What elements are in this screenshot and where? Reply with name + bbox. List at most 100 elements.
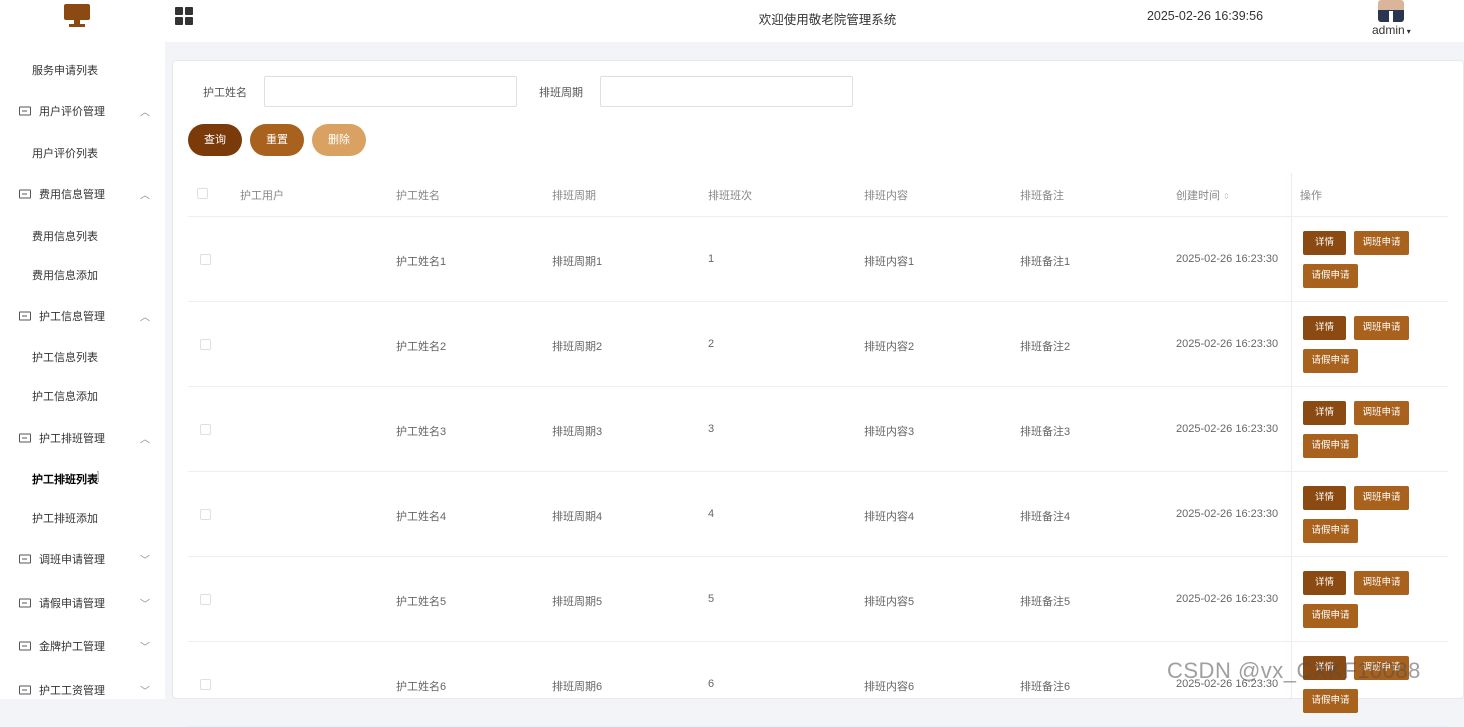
sidebar-item[interactable]: 调班申请管理 ﹀ bbox=[0, 540, 165, 578]
table-row: 护工姓名3 排班周期3 3 排班内容3 排班备注3 2025-02-26 16:23:30… bbox=[188, 387, 1448, 472]
table-row: 护工姓名2 排班周期2 2 排班内容2 排班备注2 2025-02-26 16:23:30… bbox=[188, 302, 1448, 387]
sidebar-item[interactable]: 费用信息列表 bbox=[0, 217, 165, 255]
cell-created: 2025-02-26 16:23:30 bbox=[1176, 593, 1279, 605]
sidebar-item[interactable]: 护工信息添加 bbox=[0, 377, 165, 415]
detail-button[interactable]: 详情 bbox=[1303, 486, 1346, 510]
sidebar-item[interactable]: 金牌护工管理 ﹀ bbox=[0, 627, 165, 665]
cell-shift: 1 bbox=[708, 253, 715, 265]
sidebar-item[interactable]: 护工排班添加 bbox=[0, 499, 165, 537]
cell-created: 2025-02-26 16:23:30 bbox=[1176, 508, 1279, 520]
menu-folder-icon bbox=[19, 189, 31, 199]
sidebar-item[interactable]: 护工排班管理 ︿ bbox=[0, 419, 165, 457]
chevron-up-icon: ︿ bbox=[140, 312, 150, 324]
detail-button[interactable]: 详情 bbox=[1303, 401, 1346, 425]
user-menu[interactable]: admin ▾ bbox=[1372, 23, 1411, 37]
sidebar-item[interactable]: 护工信息列表 bbox=[0, 338, 165, 376]
sidebar-item-label: 护工工资管理 bbox=[39, 685, 105, 697]
cell-content: 排班内容2 bbox=[864, 341, 915, 353]
shift-request-button[interactable]: 调班申请 bbox=[1354, 316, 1409, 340]
detail-button[interactable]: 详情 bbox=[1303, 571, 1346, 595]
cell-remark: 排班备注3 bbox=[1020, 426, 1071, 438]
leave-request-button[interactable]: 请假申请 bbox=[1303, 349, 1358, 373]
sidebar-item-label: 费用信息管理 bbox=[39, 189, 105, 201]
sidebar-item-label: 护工排班添加 bbox=[32, 513, 98, 525]
sidebar: 服务申请列表 用户评价管理 ︿ 用户评价列表 费用信息管理 ︿ 费用信息列表 费用信息添加 护工… bbox=[0, 42, 165, 699]
sidebar-item[interactable]: 费用信息添加 bbox=[0, 256, 165, 294]
username: admin bbox=[1372, 23, 1405, 37]
cell-name: 护工姓名2 bbox=[396, 341, 447, 353]
select-all-checkbox[interactable] bbox=[197, 188, 208, 199]
sidebar-item[interactable]: 护工信息管理 ︿ bbox=[0, 297, 165, 335]
column-header: 排班内容 bbox=[864, 187, 908, 203]
sidebar-item-label: 服务申请列表 bbox=[32, 65, 98, 77]
chevron-down-icon: ﹀ bbox=[140, 555, 150, 567]
sidebar-item-label: 护工排班管理 bbox=[39, 433, 105, 445]
cell-period: 排班周期2 bbox=[552, 341, 603, 353]
sidebar-item[interactable]: 护工工资管理 ﹀ bbox=[0, 671, 165, 709]
schedule-period-label: 排班周期 bbox=[539, 87, 583, 99]
sidebar-item[interactable]: 用户评价列表 bbox=[0, 134, 165, 172]
chevron-up-icon: ︿ bbox=[140, 190, 150, 202]
sidebar-item[interactable]: 用户评价管理 ︿ bbox=[0, 92, 165, 130]
column-header-label: 创建时间 bbox=[1176, 190, 1220, 202]
leave-request-button[interactable]: 请假申请 bbox=[1303, 519, 1358, 543]
grid-icon[interactable] bbox=[175, 7, 193, 25]
avatar[interactable] bbox=[1378, 0, 1404, 22]
sidebar-item[interactable]: 护工排班列表 bbox=[0, 460, 165, 498]
leave-request-button[interactable]: 请假申请 bbox=[1303, 604, 1358, 628]
cell-remark: 排班备注1 bbox=[1020, 256, 1071, 268]
shift-request-button[interactable]: 调班申请 bbox=[1354, 401, 1409, 425]
row-checkbox[interactable] bbox=[200, 254, 211, 265]
row-checkbox[interactable] bbox=[200, 339, 211, 350]
menu-folder-icon bbox=[19, 311, 31, 321]
monitor-icon[interactable] bbox=[64, 4, 90, 27]
row-checkbox[interactable] bbox=[200, 424, 211, 435]
cell-remark: 排班备注6 bbox=[1020, 681, 1071, 693]
shift-request-button[interactable]: 调班申请 bbox=[1354, 231, 1409, 255]
sidebar-item[interactable]: 费用信息管理 ︿ bbox=[0, 175, 165, 213]
row-checkbox[interactable] bbox=[200, 679, 211, 690]
column-header-label: 排班周期 bbox=[552, 190, 596, 202]
cell-remark: 排班备注5 bbox=[1020, 596, 1071, 608]
column-header-label: 排班内容 bbox=[864, 190, 908, 202]
sidebar-item-label: 金牌护工管理 bbox=[39, 641, 105, 653]
sidebar-item-label: 护工信息添加 bbox=[32, 391, 98, 403]
cell-shift: 3 bbox=[708, 423, 715, 435]
shift-request-button[interactable]: 调班申请 bbox=[1354, 571, 1409, 595]
menu-folder-icon bbox=[19, 106, 31, 116]
cell-name: 护工姓名6 bbox=[396, 681, 447, 693]
query-button[interactable]: 查询 bbox=[188, 124, 242, 156]
column-header-label: 排班班次 bbox=[708, 190, 752, 202]
cell-created: 2025-02-26 16:23:30 bbox=[1176, 253, 1279, 265]
column-header[interactable]: 创建时间 ⇳ bbox=[1176, 187, 1230, 203]
row-checkbox[interactable] bbox=[200, 594, 211, 605]
sort-icon[interactable]: ⇳ bbox=[1223, 192, 1230, 201]
delete-button[interactable]: 删除 bbox=[312, 124, 366, 156]
column-header: 排班周期 bbox=[552, 187, 596, 203]
menu-folder-icon bbox=[19, 598, 31, 608]
detail-button[interactable]: 详情 bbox=[1303, 316, 1346, 340]
column-header-label: 护工用户 bbox=[240, 190, 284, 202]
detail-button[interactable]: 详情 bbox=[1303, 231, 1346, 255]
cell-shift: 5 bbox=[708, 593, 715, 605]
caret-down-icon: ▾ bbox=[1406, 27, 1411, 36]
shift-request-button[interactable]: 调班申请 bbox=[1354, 486, 1409, 510]
cell-content: 排班内容3 bbox=[864, 426, 915, 438]
schedule-period-input[interactable] bbox=[600, 76, 853, 107]
cell-content: 排班内容5 bbox=[864, 596, 915, 608]
sidebar-item[interactable]: 服务申请列表 bbox=[0, 51, 165, 89]
sidebar-item-label: 用户评价管理 bbox=[39, 106, 105, 118]
row-checkbox[interactable] bbox=[200, 509, 211, 520]
table-header: 护工用户 护工姓名 排班周期 排班班次 排班内容 排班备注 创建时间 ⇳ 操作 bbox=[188, 173, 1448, 217]
leave-request-button[interactable]: 请假申请 bbox=[1303, 264, 1358, 288]
leave-request-button[interactable]: 请假申请 bbox=[1303, 434, 1358, 458]
cell-content: 排班内容1 bbox=[864, 256, 915, 268]
sidebar-item[interactable]: 请假申请管理 ﹀ bbox=[0, 584, 165, 622]
cell-created: 2025-02-26 16:23:30 bbox=[1176, 338, 1279, 350]
leave-request-button[interactable]: 请假申请 bbox=[1303, 689, 1358, 713]
main-panel: 护工姓名 排班周期 查询 重置 删除 护工用户 护工姓名 排班周期 排班班次 排班内容排… bbox=[172, 60, 1464, 727]
cell-content: 排班内容4 bbox=[864, 511, 915, 523]
cell-period: 排班周期3 bbox=[552, 426, 603, 438]
reset-button[interactable]: 重置 bbox=[250, 124, 304, 156]
nurse-name-input[interactable] bbox=[264, 76, 517, 107]
